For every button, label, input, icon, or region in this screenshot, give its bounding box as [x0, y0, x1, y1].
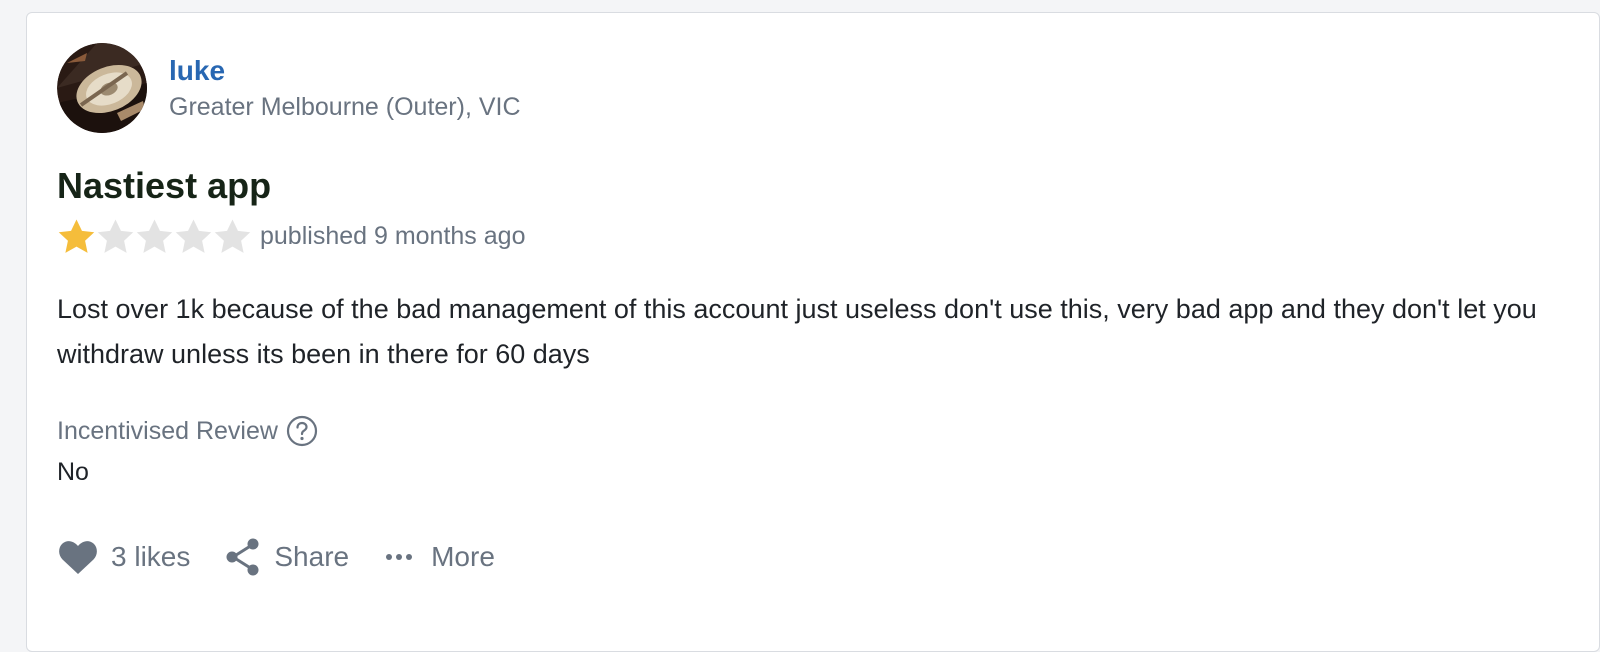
incentivised-review-label-row: Incentivised Review	[57, 415, 318, 447]
like-button[interactable]: 3 likes	[57, 538, 190, 576]
review-body: Lost over 1k because of the bad manageme…	[57, 294, 1537, 369]
more-button[interactable]: More	[383, 541, 495, 573]
likes-count: 3 likes	[111, 541, 191, 572]
incentivised-review-label: Incentivised Review	[57, 416, 278, 445]
share-label: Share	[274, 541, 350, 572]
incentivised-review-value: No	[57, 458, 89, 486]
author-name-link[interactable]: luke	[169, 55, 225, 87]
heart-icon	[59, 541, 97, 574]
avatar[interactable]	[57, 43, 147, 133]
review-title: Nastiest app	[57, 165, 272, 206]
star-rating	[57, 217, 252, 256]
review-actions: 3 likes Share More	[57, 531, 529, 583]
star-filled-icon	[58, 218, 95, 253]
published-date: published 9 months ago	[260, 221, 526, 250]
star-empty-icon	[214, 218, 251, 253]
rating-row: published 9 months ago	[57, 215, 525, 257]
avatar-image	[57, 43, 147, 133]
more-label: More	[431, 541, 495, 572]
author-location: Greater Melbourne (Outer), VIC	[169, 93, 521, 121]
review-card: luke Greater Melbourne (Outer), VIC Nast…	[26, 12, 1600, 652]
star-empty-icon	[136, 218, 173, 253]
more-dots-icon	[386, 554, 413, 560]
star-empty-icon	[97, 218, 134, 253]
share-button[interactable]: Share	[224, 537, 349, 577]
question-circle-icon[interactable]	[286, 415, 318, 447]
star-empty-icon	[175, 218, 212, 253]
share-icon	[226, 538, 259, 576]
